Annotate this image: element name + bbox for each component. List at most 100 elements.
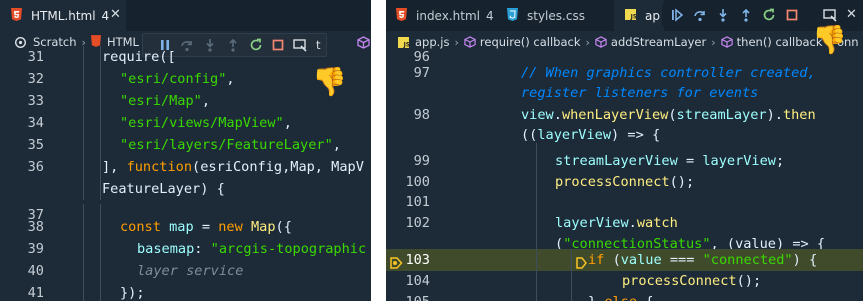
code-text: } else { — [588, 291, 653, 301]
code-token: : — [194, 241, 211, 257]
code-line: register listeners for events — [386, 82, 863, 104]
indent-guide — [83, 156, 84, 178]
code-line: 34 "esri/views/MapView", — [0, 112, 371, 134]
line-number[interactable]: 98 — [386, 104, 430, 126]
right-code-editor[interactable]: 96 97// When graphics controller created,… — [386, 25, 863, 301]
code-token: const — [120, 219, 170, 235]
tab-styles-css[interactable]: styles.css — [496, 0, 614, 31]
code-token: "esri/config" — [120, 71, 227, 87]
code-text: layerView.watch — [555, 212, 678, 234]
code-text: "esri/views/MapView", — [120, 112, 292, 134]
indent-guide — [83, 238, 84, 260]
code-line: 100 processConnect(); — [386, 171, 863, 193]
line-number[interactable]: 31 — [0, 46, 44, 68]
code-token: layerView — [537, 127, 612, 143]
code-text: basemap: "arcgis-topographic — [137, 238, 366, 260]
line-number[interactable]: 102 — [386, 212, 430, 234]
indent-guide — [83, 112, 84, 134]
indent-guide — [100, 216, 101, 238]
tab-app-js[interactable]: JS ap — [614, 0, 664, 31]
code-token: "connected" — [702, 252, 793, 268]
problems-badge: 4 — [101, 8, 110, 23]
line-number[interactable]: 105 — [386, 291, 430, 301]
indent-guide — [100, 68, 101, 90]
code-text: "esri/Map", — [120, 90, 210, 112]
code-token: layerView — [555, 215, 629, 231]
left-code-editor[interactable]: 31 require([ 32 "esri/config", 33 "esri/Map",… — [0, 46, 371, 301]
left-tab-bar: HTML.html 4 ✕ — [0, 0, 371, 31]
code-token: } — [588, 294, 604, 301]
code-token: ( — [668, 107, 677, 123]
problems-badge: 4 — [485, 8, 494, 23]
code-token: ({ — [275, 219, 292, 235]
code-token: . — [628, 215, 637, 231]
left-editor-window: HTML.html 4 ✕ Scratch › HTML t 31 require… — [0, 0, 371, 301]
code-token: . — [553, 107, 562, 123]
line-number[interactable]: 39 — [0, 238, 44, 260]
indent-guide — [83, 178, 84, 200]
line-number[interactable]: 36 — [0, 156, 44, 178]
line-number[interactable]: 97 — [386, 62, 430, 84]
tab-label: index.html — [416, 8, 480, 23]
code-token: ], — [102, 159, 127, 175]
line-number[interactable]: 101 — [386, 191, 430, 213]
code-token: if — [588, 252, 613, 268]
line-number[interactable]: 34 — [0, 112, 44, 134]
code-text: }); — [120, 282, 145, 301]
inspect-icon[interactable] — [823, 8, 837, 22]
code-text: "esri/layers/FeatureLayer", — [120, 134, 341, 156]
code-token: ; — [776, 153, 785, 169]
indent-guide — [83, 282, 84, 301]
line-number[interactable]: 35 — [0, 134, 44, 156]
tab-html-html[interactable]: HTML.html 4 — [0, 0, 126, 31]
step-out-icon[interactable] — [739, 8, 753, 22]
line-number[interactable]: 38 — [0, 216, 44, 238]
code-token: streamLayer — [676, 107, 767, 123]
line-number[interactable]: 104 — [386, 270, 430, 292]
code-line: 39 basemap: "arcgis-topographic — [0, 238, 371, 260]
continue-icon[interactable] — [670, 8, 684, 22]
code-text: ], function(esriConfig,Map, MapV — [102, 156, 364, 178]
code-token: map — [169, 219, 194, 235]
indent-guide — [100, 260, 101, 282]
line-number[interactable]: 40 — [0, 260, 44, 282]
code-line: 104 processConnect(); — [386, 270, 863, 292]
debug-toolbar — [662, 3, 809, 27]
code-token: === — [661, 252, 703, 268]
step-into-icon[interactable] — [716, 8, 730, 22]
line-number[interactable]: 33 — [0, 90, 44, 112]
code-token: "esri/views/MapView" — [120, 115, 284, 131]
code-token: basemap — [137, 241, 195, 257]
code-line: 36 ], function(esriConfig,Map, MapV — [0, 156, 371, 178]
stop-icon[interactable] — [785, 8, 799, 22]
indent-guide — [100, 282, 101, 301]
code-token: , — [283, 115, 292, 131]
tab-index-html[interactable]: index.html 4 — [386, 0, 496, 31]
indent-guide — [100, 90, 101, 112]
line-number[interactable]: 99 — [386, 150, 430, 172]
indent-guide — [100, 238, 101, 260]
code-token: Map — [250, 219, 276, 235]
line-number[interactable]: 100 — [386, 171, 430, 193]
step-over-icon[interactable] — [693, 8, 707, 22]
indent-guide — [100, 134, 101, 156]
line-number[interactable]: 41 — [0, 282, 44, 301]
right-editor-window: index.html 4 styles.css JS ap ✕ JS app.j… — [386, 0, 863, 301]
code-line: FeatureLayer) { — [0, 178, 371, 200]
close-icon[interactable]: ✕ — [110, 8, 121, 22]
code-text: require([ — [102, 46, 176, 68]
code-text: processConnect(); — [555, 171, 694, 193]
code-token: then — [782, 107, 816, 123]
restart-icon[interactable] — [762, 8, 776, 22]
right-tab-bar: index.html 4 styles.css JS ap ✕ — [386, 0, 863, 31]
indent-guide — [83, 260, 84, 282]
code-token: processConnect — [622, 273, 737, 289]
tab-label: HTML.html — [31, 8, 96, 23]
code-token: else — [604, 294, 645, 301]
window-divider — [371, 0, 386, 301]
close-icon[interactable]: ✕ — [846, 8, 857, 22]
indent-guide — [536, 143, 537, 301]
line-number[interactable]: 32 — [0, 68, 44, 90]
code-text: streamLayerView = layerView; — [555, 150, 784, 172]
code-token: processConnect — [555, 174, 670, 190]
